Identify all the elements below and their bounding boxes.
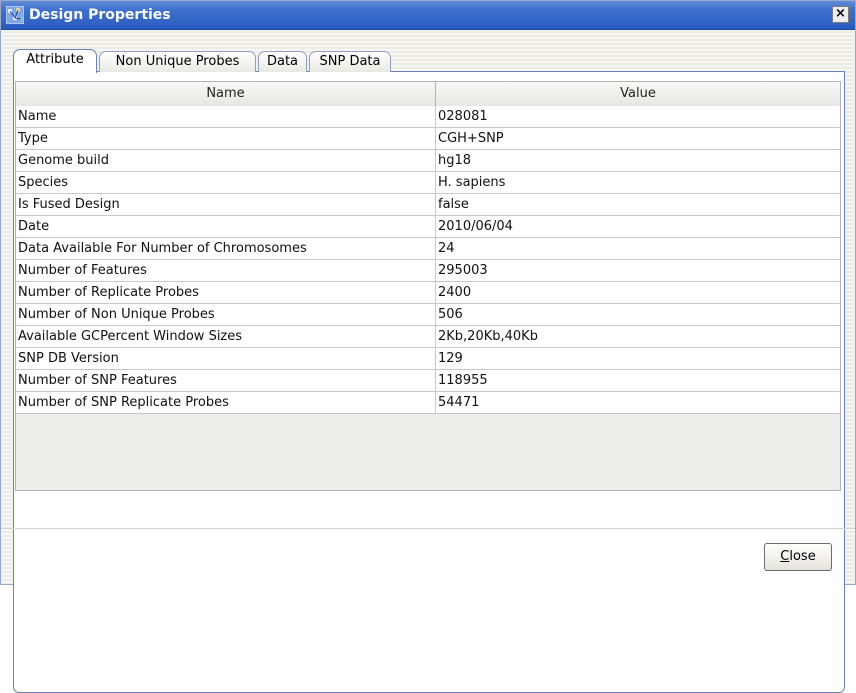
table-row[interactable]: Genome build hg18 [16, 150, 840, 172]
design-properties-dialog: Design Properties × Attribute Non Unique… [0, 0, 856, 693]
cell-name: Genome build [16, 150, 436, 171]
cell-name: Species [16, 172, 436, 193]
table-row[interactable]: Type CGH+SNP [16, 128, 840, 150]
cell-name: SNP DB Version [16, 348, 436, 369]
table-row[interactable]: Number of SNP Replicate Probes 54471 [16, 392, 840, 414]
cell-name: Is Fused Design [16, 194, 436, 215]
cell-name: Number of SNP Features [16, 370, 436, 391]
table-row[interactable]: Number of SNP Features 118955 [16, 370, 840, 392]
cell-name: Number of SNP Replicate Probes [16, 392, 436, 413]
cell-name: Name [16, 106, 436, 127]
window-title: Design Properties [29, 7, 171, 23]
tab-snp-data[interactable]: SNP Data [309, 51, 391, 72]
table-header: Name Value [16, 82, 840, 107]
cell-name: Number of Non Unique Probes [16, 304, 436, 325]
cell-value: hg18 [438, 153, 472, 168]
table-row[interactable]: Data Available For Number of Chromosomes… [16, 238, 840, 260]
cell-name: Available GCPercent Window Sizes [16, 326, 436, 347]
cell-value: 506 [438, 307, 463, 322]
close-button-mnemonic: C [780, 549, 790, 564]
table-row[interactable]: Species H. sapiens [16, 172, 840, 194]
column-header-name[interactable]: Name [16, 82, 436, 106]
tab-attribute[interactable]: Attribute [13, 49, 97, 73]
cell-value: 129 [438, 351, 463, 366]
table-row[interactable]: Date 2010/06/04 [16, 216, 840, 238]
table-row[interactable]: Number of Replicate Probes 2400 [16, 282, 840, 304]
cell-name: Number of Replicate Probes [16, 282, 436, 303]
cell-name: Type [16, 128, 436, 149]
close-button[interactable]: Close [764, 543, 832, 571]
cell-name: Number of Features [16, 260, 436, 281]
cell-value: 24 [438, 241, 455, 256]
cell-value: 2Kb,20Kb,40Kb [438, 329, 538, 344]
properties-table[interactable]: Name Value Name 028081 Type CGH+SNP Genome b… [15, 81, 841, 491]
cell-value: H. sapiens [438, 175, 506, 190]
cell-name: Data Available For Number of Chromosomes [16, 238, 436, 259]
cell-value: 118955 [438, 373, 488, 388]
table-row[interactable]: Number of Non Unique Probes 506 [16, 304, 840, 326]
cell-value: 54471 [438, 395, 480, 410]
title-bar[interactable]: Design Properties × [1, 1, 855, 30]
cell-value: CGH+SNP [438, 131, 504, 146]
cell-value: 2010/06/04 [438, 219, 513, 234]
column-header-value[interactable]: Value [436, 82, 840, 106]
tab-data[interactable]: Data [258, 51, 307, 72]
close-icon[interactable]: × [832, 6, 849, 23]
close-button-label: lose [789, 549, 816, 564]
cell-value: 295003 [438, 263, 488, 278]
footer-divider [1, 528, 855, 529]
cell-name: Date [16, 216, 436, 237]
cell-value: false [438, 197, 469, 212]
table-row[interactable]: Name 028081 [16, 106, 840, 128]
table-row[interactable]: SNP DB Version 129 [16, 348, 840, 370]
table-row[interactable]: Is Fused Design false [16, 194, 840, 216]
design-properties-icon [6, 6, 24, 24]
cell-value: 2400 [438, 285, 472, 300]
table-row[interactable]: Available GCPercent Window Sizes 2Kb,20Kb… [16, 326, 840, 348]
table-row[interactable]: Number of Features 295003 [16, 260, 840, 282]
tab-non-unique-probes[interactable]: Non Unique Probes [99, 51, 256, 72]
cell-value: 028081 [438, 109, 488, 124]
